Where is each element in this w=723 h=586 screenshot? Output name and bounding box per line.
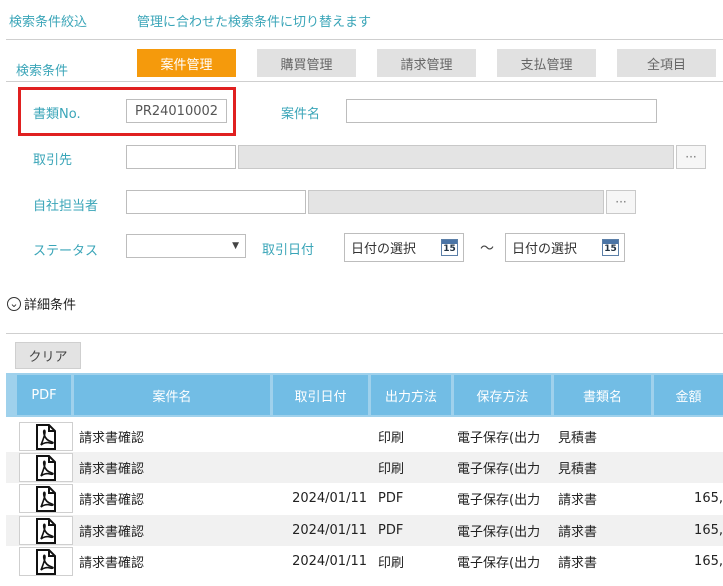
clear-button[interactable]: クリア <box>15 342 81 369</box>
client-code-field[interactable] <box>126 145 236 169</box>
date-from-placeholder: 日付の選択 <box>351 242 417 257</box>
date-to-field[interactable]: 日付の選択 15 <box>505 233 625 262</box>
column-header-trade-date[interactable]: 取引日付 <box>273 375 368 415</box>
table-row[interactable]: 請求書確認 2024/01/11 PDF 電子保存(出力 請求書 165, <box>6 483 723 514</box>
column-header-case-name[interactable]: 案件名 <box>74 375 270 415</box>
tab-all-items[interactable]: 全項目 <box>617 49 716 77</box>
staff-code-field[interactable] <box>126 190 306 214</box>
column-header-pdf[interactable]: PDF <box>17 375 71 415</box>
cell-amount <box>662 421 723 452</box>
calendar-icon[interactable]: 15 <box>441 239 458 256</box>
cell-amount: 165, <box>694 554 723 569</box>
cell-output-method: 印刷 <box>378 431 405 446</box>
switch-conditions-link[interactable]: 管理に合わせた検索条件に切り替えます <box>137 11 371 30</box>
tab-billing-management[interactable]: 請求管理 <box>377 49 476 77</box>
cell-amount: 165, <box>694 523 723 538</box>
cell-amount: 165, <box>694 491 723 506</box>
conditions-label: 検索条件 <box>16 64 69 79</box>
cell-storage-method: 電子保存(出力 <box>457 462 541 477</box>
column-header-output-method[interactable]: 出力方法 <box>371 375 451 415</box>
cell-case-name: 請求書確認 <box>79 462 145 477</box>
chevron-down-icon: ▼ <box>232 241 239 251</box>
cell-case-name: 請求書確認 <box>79 525 145 540</box>
cell-storage-method: 電子保存(出力 <box>457 431 541 446</box>
cell-case-name: 請求書確認 <box>79 431 145 446</box>
case-name-field[interactable] <box>346 99 657 123</box>
cell-output-method: PDF <box>378 523 404 538</box>
header-divider <box>6 39 723 40</box>
client-label: 取引先 <box>33 153 73 168</box>
cell-trade-date: 2024/01/11 <box>292 554 367 569</box>
column-header-document-name[interactable]: 書類名 <box>554 375 651 415</box>
detail-conditions-toggle[interactable]: ⌄ 詳細条件 <box>7 294 76 313</box>
cell-case-name: 請求書確認 <box>79 556 145 571</box>
pdf-icon[interactable] <box>19 547 73 576</box>
tab-payment-management[interactable]: 支払管理 <box>497 49 596 77</box>
pdf-icon[interactable] <box>19 422 73 451</box>
cell-case-name: 請求書確認 <box>79 493 145 508</box>
case-name-label: 案件名 <box>281 107 321 122</box>
cell-output-method: PDF <box>378 491 404 506</box>
cell-document-name: 請求書 <box>558 556 598 571</box>
table-row[interactable]: 請求書確認 2024/01/11 印刷 電子保存(出力 請求書 165, <box>6 546 723 577</box>
cell-document-name: 見積書 <box>558 462 598 477</box>
tab-purchase-management[interactable]: 購買管理 <box>257 49 356 77</box>
pdf-icon[interactable] <box>19 453 73 482</box>
date-range-tilde: 〜 <box>480 241 494 257</box>
detail-conditions-label: 詳細条件 <box>24 298 77 313</box>
cell-document-name: 請求書 <box>558 493 598 508</box>
status-label: ステータス <box>33 244 99 259</box>
table-row[interactable]: 請求書確認 印刷 電子保存(出力 見積書 <box>6 421 723 452</box>
date-from-field[interactable]: 日付の選択 15 <box>344 233 464 262</box>
client-lookup-button[interactable]: ··· <box>676 145 706 169</box>
staff-name-field <box>308 190 604 214</box>
cell-trade-date: 2024/01/11 <box>292 523 367 538</box>
client-name-field <box>238 145 674 169</box>
cell-trade-date <box>273 452 367 483</box>
staff-lookup-button[interactable]: ··· <box>606 190 636 214</box>
trade-date-label: 取引日付 <box>262 243 315 258</box>
results-divider <box>6 333 723 334</box>
table-row[interactable]: 請求書確認 印刷 電子保存(出力 見積書 <box>6 452 723 483</box>
cell-trade-date <box>273 421 367 452</box>
cell-storage-method: 電子保存(出力 <box>457 525 541 540</box>
cell-trade-date: 2024/01/11 <box>292 491 367 506</box>
filter-title: 検索条件絞込 <box>9 15 88 30</box>
status-select[interactable]: ▼ <box>126 234 246 258</box>
cell-amount <box>662 452 723 483</box>
cell-output-method: 印刷 <box>378 556 405 571</box>
staff-label: 自社担当者 <box>33 199 99 214</box>
date-to-placeholder: 日付の選択 <box>512 242 578 257</box>
pdf-icon[interactable] <box>19 484 73 513</box>
pdf-icon[interactable] <box>19 516 73 545</box>
column-header-amount[interactable]: 金額 <box>654 375 723 415</box>
tab-case-management[interactable]: 案件管理 <box>137 49 236 77</box>
calendar-icon[interactable]: 15 <box>602 239 619 256</box>
cell-storage-method: 電子保存(出力 <box>457 556 541 571</box>
table-row[interactable]: 請求書確認 2024/01/11 PDF 電子保存(出力 請求書 165, <box>6 515 723 546</box>
cell-output-method: 印刷 <box>378 462 405 477</box>
expand-circle-icon: ⌄ <box>7 296 21 311</box>
doc-no-label: 書類No. <box>33 107 81 122</box>
cell-document-name: 請求書 <box>558 525 598 540</box>
column-header-storage-method[interactable]: 保存方法 <box>454 375 551 415</box>
doc-no-field[interactable]: PR24010002 <box>126 99 227 123</box>
cell-document-name: 見積書 <box>558 431 598 446</box>
tabs-divider <box>6 81 723 82</box>
cell-storage-method: 電子保存(出力 <box>457 493 541 508</box>
